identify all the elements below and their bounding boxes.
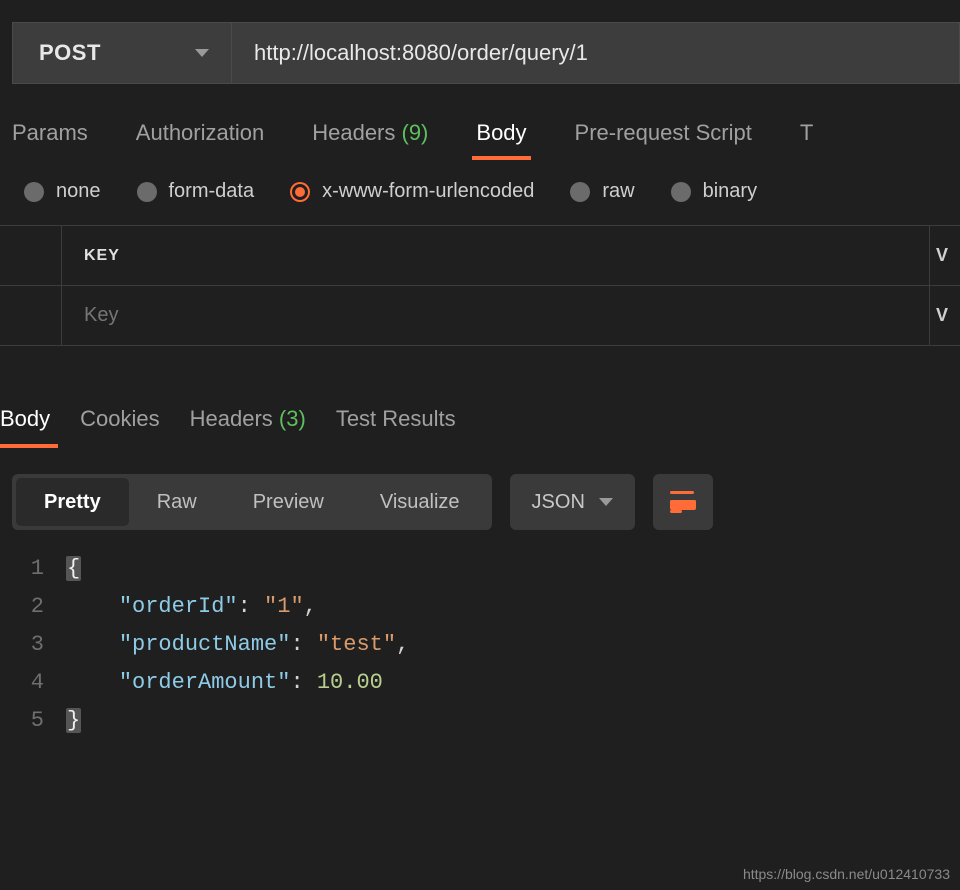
radio-none[interactable]: none bbox=[24, 180, 101, 203]
tab-headers-label: Headers bbox=[312, 120, 395, 145]
kv-handle-col bbox=[0, 286, 62, 345]
kv-key-input[interactable] bbox=[84, 304, 907, 327]
watermark: https://blog.csdn.net/u012410733 bbox=[743, 866, 950, 882]
response-tabs: Body Cookies Headers (3) Test Results bbox=[0, 406, 960, 446]
kv-value-header: V bbox=[930, 226, 960, 285]
radio-none-label: none bbox=[56, 180, 101, 203]
viewer-toolbar: Pretty Raw Preview Visualize JSON bbox=[12, 474, 960, 530]
tab-params[interactable]: Params bbox=[12, 120, 88, 158]
radio-binary-label: binary bbox=[703, 180, 757, 203]
chevron-down-icon bbox=[195, 49, 209, 57]
http-method-label: POST bbox=[39, 40, 101, 66]
radio-dot-icon bbox=[24, 182, 44, 202]
resp-tab-testresults[interactable]: Test Results bbox=[336, 406, 456, 446]
request-url-row: POST bbox=[12, 22, 960, 84]
radio-urlencoded-label: x-www-form-urlencoded bbox=[322, 180, 534, 203]
body-type-radios: none form-data x-www-form-urlencoded raw… bbox=[24, 180, 960, 225]
kv-value-cell[interactable]: V bbox=[930, 286, 960, 345]
view-pretty[interactable]: Pretty bbox=[16, 478, 129, 526]
kv-key-header: KEY bbox=[62, 226, 930, 285]
request-tabs: Params Authorization Headers (9) Body Pr… bbox=[12, 120, 960, 158]
chevron-down-icon bbox=[599, 498, 613, 506]
tab-headers-count: (9) bbox=[402, 120, 429, 145]
wrap-icon bbox=[670, 491, 696, 513]
resp-tab-headers-count: (3) bbox=[279, 406, 306, 431]
kv-header-row: KEY V bbox=[0, 226, 960, 286]
response-lang-label: JSON bbox=[532, 491, 585, 514]
wrap-lines-button[interactable] bbox=[653, 474, 713, 530]
tab-authorization[interactable]: Authorization bbox=[136, 120, 264, 158]
resp-tab-body[interactable]: Body bbox=[0, 406, 50, 446]
kv-table: KEY V V bbox=[0, 225, 960, 346]
radio-raw[interactable]: raw bbox=[570, 180, 634, 203]
radio-dot-icon bbox=[137, 182, 157, 202]
tab-body[interactable]: Body bbox=[476, 120, 526, 158]
radio-dot-icon bbox=[290, 182, 310, 202]
radio-form-data[interactable]: form-data bbox=[137, 180, 255, 203]
kv-handle-col bbox=[0, 226, 62, 285]
view-mode-group: Pretty Raw Preview Visualize bbox=[12, 474, 492, 530]
code-content: { "orderId": "1", "productName": "test",… bbox=[66, 550, 409, 740]
tab-prerequest[interactable]: Pre-request Script bbox=[575, 120, 752, 158]
resp-tab-headers[interactable]: Headers (3) bbox=[190, 406, 306, 446]
kv-row: V bbox=[0, 286, 960, 346]
response-lang-select[interactable]: JSON bbox=[510, 474, 635, 530]
radio-raw-label: raw bbox=[602, 180, 634, 203]
response-body-viewer[interactable]: 1 2 3 4 5 { "orderId": "1", "productName… bbox=[12, 550, 960, 740]
resp-tab-cookies[interactable]: Cookies bbox=[80, 406, 159, 446]
radio-form-data-label: form-data bbox=[169, 180, 255, 203]
response-section: Body Cookies Headers (3) Test Results Pr… bbox=[0, 406, 960, 740]
code-gutter: 1 2 3 4 5 bbox=[12, 550, 66, 740]
view-visualize[interactable]: Visualize bbox=[352, 478, 488, 526]
resp-tab-headers-label: Headers bbox=[190, 406, 273, 431]
view-preview[interactable]: Preview bbox=[225, 478, 352, 526]
radio-dot-icon bbox=[570, 182, 590, 202]
radio-dot-icon bbox=[671, 182, 691, 202]
request-url-input[interactable] bbox=[232, 22, 960, 84]
http-method-select[interactable]: POST bbox=[12, 22, 232, 84]
radio-urlencoded[interactable]: x-www-form-urlencoded bbox=[290, 180, 534, 203]
tab-tests-cut[interactable]: T bbox=[800, 120, 813, 158]
tab-headers[interactable]: Headers (9) bbox=[312, 120, 428, 158]
radio-binary[interactable]: binary bbox=[671, 180, 757, 203]
view-raw[interactable]: Raw bbox=[129, 478, 225, 526]
